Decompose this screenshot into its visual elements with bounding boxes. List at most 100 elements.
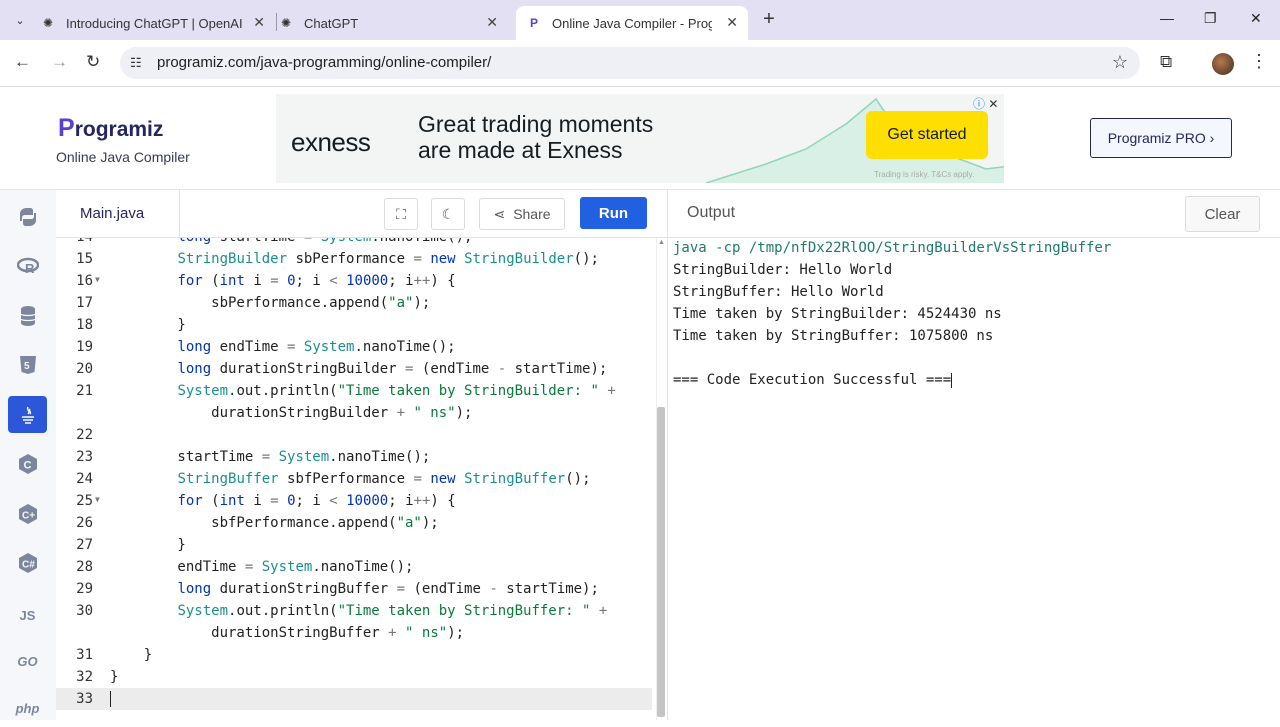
php-icon[interactable]: php bbox=[8, 690, 47, 727]
code-text: for (int i = 0; i < 10000; i++) { bbox=[177, 273, 456, 289]
ad-disclaimer: Trading is risky. T&Cs apply. bbox=[874, 170, 975, 179]
tab-title: ChatGPT bbox=[304, 15, 359, 31]
programiz-pro-button[interactable]: Programiz PRO › bbox=[1090, 118, 1232, 158]
clear-button[interactable]: Clear bbox=[1185, 196, 1260, 232]
text-cursor bbox=[110, 691, 111, 707]
ad-headline: Great trading moments are made at Exness bbox=[418, 111, 653, 163]
profile-avatar[interactable] bbox=[1212, 53, 1234, 75]
code-line[interactable]: 26 sbfPerformance.append("a"); bbox=[56, 512, 652, 534]
code-line[interactable]: 17 sbPerformance.append("a"); bbox=[56, 292, 652, 314]
ad-brand: exness bbox=[291, 127, 371, 157]
tab-online-java-compiler[interactable]: P Online Java Compiler - Programiz ✕ bbox=[516, 6, 748, 40]
reload-icon[interactable]: ↻ bbox=[86, 52, 100, 72]
url-text[interactable]: programiz.com/java-programming/online-co… bbox=[157, 54, 491, 71]
code-line[interactable]: 22 bbox=[56, 424, 652, 446]
code-text: for (int i = 0; i < 10000; i++) { bbox=[177, 493, 456, 509]
code-line[interactable]: durationStringBuilder + " ns"); bbox=[56, 402, 652, 424]
share-label: Share bbox=[513, 206, 551, 222]
code-line[interactable]: 29 long durationStringBuffer = (endTime … bbox=[56, 578, 652, 600]
code-line[interactable]: 32} bbox=[56, 666, 652, 688]
svg-text:C+: C+ bbox=[22, 510, 35, 521]
tab-search-button[interactable]: ⌄ bbox=[8, 8, 32, 32]
back-icon[interactable]: ← bbox=[14, 52, 31, 72]
share-button[interactable]: ⋖ Share bbox=[479, 198, 565, 230]
r-language-icon[interactable]: R bbox=[8, 247, 47, 284]
output-command-line: java -cp /tmp/nfDx22RlOO/StringBuilderVs… bbox=[673, 237, 1111, 259]
output-text: === Code Execution Successful === bbox=[673, 372, 952, 388]
run-button[interactable]: Run bbox=[580, 197, 647, 229]
csharp-language-icon[interactable]: C# bbox=[8, 544, 47, 581]
extensions-icon[interactable]: ⧉ bbox=[1160, 52, 1172, 72]
line-number: 26 bbox=[76, 515, 93, 531]
code-line[interactable]: 14 long startTime = System.nanoTime(); bbox=[56, 238, 652, 248]
code-text: long endTime = System.nanoTime(); bbox=[177, 339, 456, 355]
tab-title: Online Java Compiler - Programiz bbox=[552, 15, 712, 31]
tab-chatgpt[interactable]: ✺ ChatGPT ✕ bbox=[278, 6, 508, 40]
java-icon[interactable] bbox=[8, 396, 47, 433]
code-line[interactable]: 31 } bbox=[56, 644, 652, 666]
line-number: 22 bbox=[76, 427, 93, 443]
code-line[interactable]: 15 StringBuilder sbPerformance = new Str… bbox=[56, 248, 652, 270]
bookmark-star-icon[interactable]: ☆ bbox=[1112, 52, 1128, 73]
line-number: 27 bbox=[76, 537, 93, 553]
code-text: StringBuilder sbPerformance = new String… bbox=[177, 251, 599, 267]
forward-icon[interactable]: → bbox=[51, 52, 68, 72]
code-line[interactable]: 16 ▼ for (int i = 0; i < 10000; i++) { bbox=[56, 270, 652, 292]
cpp-language-icon[interactable]: C+ bbox=[8, 495, 47, 532]
ad-choices-icon[interactable]: ⓘ ✕ bbox=[973, 95, 998, 112]
go-language-icon[interactable]: GO bbox=[8, 643, 47, 680]
code-line[interactable]: 28 endTime = System.nanoTime(); bbox=[56, 556, 652, 578]
fold-arrow-icon[interactable]: ▼ bbox=[95, 269, 100, 291]
programiz-logo[interactable]: Programiz bbox=[58, 114, 163, 143]
minimize-icon[interactable]: — bbox=[1160, 10, 1174, 26]
site-info-icon[interactable]: ☷ bbox=[130, 55, 142, 71]
ad-cta-button[interactable]: Get started bbox=[866, 111, 988, 159]
browser-menu-icon[interactable]: ⋮ bbox=[1250, 51, 1268, 72]
advertisement-banner[interactable]: exness Great trading moments are made at… bbox=[276, 94, 1004, 183]
code-line[interactable]: 24 StringBuffer sbfPerformance = new Str… bbox=[56, 468, 652, 490]
line-number: 24 bbox=[76, 471, 93, 487]
address-bar[interactable]: ☷ programiz.com/java-programming/online-… bbox=[120, 47, 1140, 79]
code-line[interactable]: 25 ▼ for (int i = 0; i < 10000; i++) { bbox=[56, 490, 652, 512]
code-line[interactable]: 19 long endTime = System.nanoTime(); bbox=[56, 336, 652, 358]
close-window-icon[interactable]: ✕ bbox=[1250, 10, 1262, 27]
code-line[interactable]: 21 System.out.println("Time taken by Str… bbox=[56, 380, 652, 402]
javascript-icon[interactable]: JS bbox=[8, 597, 47, 634]
fold-arrow-icon[interactable]: ▼ bbox=[95, 489, 100, 511]
openai-icon: ✺ bbox=[42, 16, 54, 30]
code-line[interactable]: 20 long durationStringBuilder = (endTime… bbox=[56, 358, 652, 380]
code-text: sbfPerformance.append("a"); bbox=[110, 515, 439, 531]
output-text: StringBuffer: Hello World bbox=[673, 284, 884, 300]
language-sidebar: R 5 C C+ C# JS GO php bbox=[0, 190, 57, 720]
code-editor[interactable]: 14 long startTime = System.nanoTime();15… bbox=[56, 238, 658, 720]
output-title: Output bbox=[687, 204, 736, 221]
new-tab-button[interactable]: + bbox=[758, 8, 780, 30]
line-number: 28 bbox=[76, 559, 93, 575]
code-line[interactable]: 33 bbox=[56, 688, 652, 710]
programiz-icon: P bbox=[529, 16, 538, 30]
database-icon[interactable] bbox=[8, 297, 47, 334]
editor-scrollbar-thumb[interactable] bbox=[657, 407, 665, 717]
code-line[interactable]: 23 startTime = System.nanoTime(); bbox=[56, 446, 652, 468]
code-line[interactable]: 18 } bbox=[56, 314, 652, 336]
restore-icon[interactable]: ❐ bbox=[1204, 10, 1217, 27]
html5-icon[interactable]: 5 bbox=[8, 346, 47, 383]
close-tab-icon[interactable]: ✕ bbox=[253, 14, 265, 31]
logo-initial: P bbox=[58, 114, 75, 142]
code-line[interactable]: 30 System.out.println("Time taken by Str… bbox=[56, 600, 652, 622]
line-number: 32 bbox=[76, 669, 93, 685]
close-tab-icon[interactable]: ✕ bbox=[486, 14, 498, 31]
line-number: 33 bbox=[76, 691, 93, 707]
svg-text:C#: C# bbox=[22, 559, 35, 570]
fullscreen-icon[interactable]: ⛶ bbox=[384, 198, 418, 230]
tab-introducing-chatgpt[interactable]: ✺ Introducing ChatGPT | OpenAI ✕ bbox=[40, 6, 275, 40]
code-line[interactable]: durationStringBuffer + " ns"); bbox=[56, 622, 652, 644]
close-tab-icon[interactable]: ✕ bbox=[726, 14, 738, 31]
file-tab-main-java[interactable]: Main.java bbox=[56, 190, 180, 236]
python-icon[interactable] bbox=[8, 198, 47, 235]
site-header: Programiz Online Java Compiler exness Gr… bbox=[0, 87, 1280, 190]
c-language-icon[interactable]: C bbox=[8, 445, 47, 482]
code-line[interactable]: 27 } bbox=[56, 534, 652, 556]
dark-mode-icon[interactable]: ☾ bbox=[431, 198, 465, 230]
scroll-up-arrow[interactable]: ▲ bbox=[658, 239, 665, 246]
